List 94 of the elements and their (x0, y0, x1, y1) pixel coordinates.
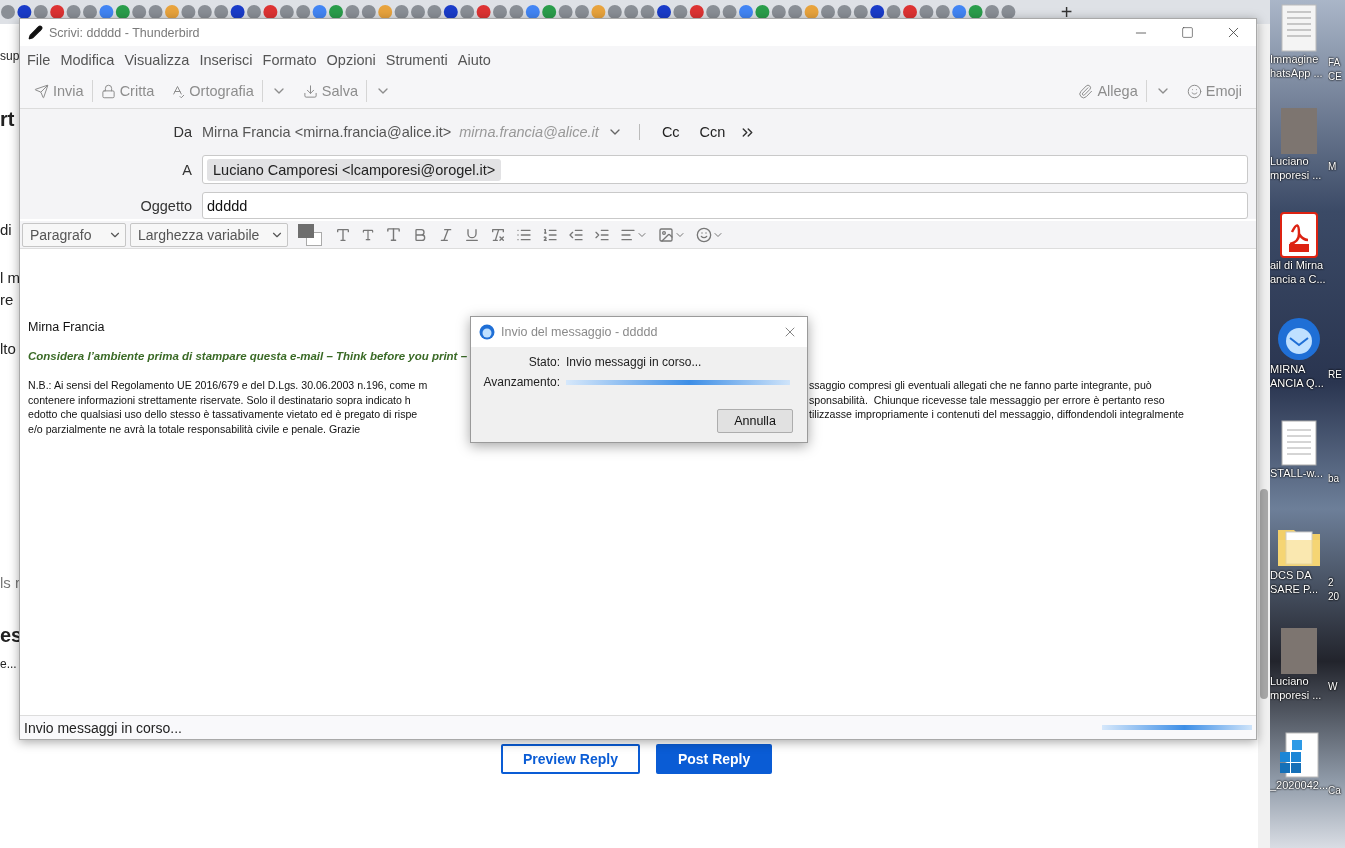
menu-item[interactable]: Strumenti (381, 52, 452, 68)
spell-icon (170, 83, 186, 99)
disclaimer-text: edotto che qualsiasi uso dello stesso è tassativamente vietato ed è pregato di rispe (28, 407, 419, 422)
font-select[interactable]: Larghezza variabile (130, 222, 288, 247)
desktop-icon-label: 20 (1328, 590, 1340, 604)
clear-formatting-icon[interactable] (490, 226, 506, 243)
page-text: rt (0, 107, 16, 131)
page-text: re (0, 291, 15, 309)
cubes-file-icon[interactable] (1278, 732, 1320, 778)
disclaimer-text: e/o parzialmente ne avrà la totale responsabilità civile e penale. Grazie (28, 421, 362, 436)
desktop-icon-label: mporesi ... (1270, 168, 1322, 182)
italic-icon[interactable] (438, 226, 454, 243)
desktop-icon-label: _2020042... (1270, 778, 1328, 792)
desktop-icon-label: ba (1328, 472, 1340, 486)
dialog-label: Stato: (527, 355, 560, 369)
to-label: A (181, 161, 192, 178)
disclaimer-text: contenere informazioni strettamente riservate. Solo il destinatario sopra indicato h (28, 392, 412, 407)
numbered-list-icon[interactable] (542, 226, 558, 243)
desktop-icon-label: STALL-w... (1270, 466, 1323, 480)
desktop-icon-label: ancia a C... (1270, 272, 1326, 286)
desktop-icon-label: ail di Mirna (1270, 258, 1324, 272)
desktop-icon-label: Luciano (1270, 674, 1309, 688)
scrollbar[interactable] (1258, 24, 1270, 848)
preview-reply-button[interactable]: Preview Reply (501, 744, 640, 774)
desktop-icon-label: MIRNA (1270, 362, 1306, 376)
desktop-icon-label: CE (1328, 70, 1342, 84)
emoji-icon (1186, 83, 1202, 99)
smaller-text-icon[interactable] (361, 227, 375, 242)
desktop-icon-label: FA (1328, 56, 1341, 70)
pencil-icon (28, 25, 43, 40)
menu-item[interactable]: Opzioni (322, 52, 380, 68)
menu-item[interactable]: Inserisci (195, 52, 257, 68)
menu-item[interactable]: Modifica (56, 52, 119, 68)
desktop-icon-label: mporesi ... (1270, 688, 1322, 702)
pdf-file-icon[interactable] (1280, 212, 1318, 258)
disclaimer-text: sponsabilità. Chiunque ricevesse tale messaggio per errore è pertanto reso (809, 392, 1166, 407)
underline-icon[interactable] (464, 226, 480, 243)
from-label: Da (172, 124, 192, 140)
bold-icon[interactable] (412, 226, 428, 243)
bcc-button[interactable]: Ccn (693, 124, 732, 140)
page-text: sup (0, 49, 19, 64)
page-text: lto (0, 340, 17, 358)
from-address[interactable]: Mirna Francia <mirna.francia@alice.it> (202, 124, 452, 140)
status-text: Invio messaggi in corso... (24, 719, 183, 736)
desktop-icon-label: SARE P... (1270, 582, 1319, 596)
disclaimer-text: tilizzasse impropriamente i contenuti del messaggio, diffondendoli integralmente (809, 407, 1184, 422)
larger-text-icon[interactable] (385, 226, 402, 243)
desktop-icon-label: ANCIA Q... (1270, 376, 1324, 390)
page-text: e... (0, 657, 18, 672)
image-thumbnail-icon[interactable] (1278, 4, 1320, 52)
subject-field[interactable]: ddddd (202, 192, 1248, 219)
disclaimer-text: ssaggio compresi gli eventuali allegati che ne fanno parte integrante, può (809, 378, 1153, 393)
desktop-icon-label: 2 (1328, 576, 1334, 590)
emoji-icon[interactable] (696, 226, 712, 243)
menu-item[interactable]: Formato (258, 52, 321, 68)
mail-app-icon (479, 324, 495, 340)
subject-label: Oggetto (139, 197, 192, 214)
document-icon[interactable] (1281, 420, 1317, 466)
desktop-icon-label: DCS DA (1270, 568, 1312, 582)
print-notice: Considera l’ambiente prima di stampare questa e-mail – Think before you print – (28, 350, 469, 362)
save-icon (302, 83, 318, 99)
menu-item[interactable]: File (23, 52, 55, 68)
page-text: di (0, 221, 13, 239)
desktop-icon-label: Ca (1328, 785, 1341, 798)
disclaimer-text: N.B.: Ai sensi del Regolamento UE 2016/679 e del D.Lgs. 30.06.2003 n.196, come m (28, 378, 429, 393)
color-swatch-icon[interactable] (298, 223, 322, 246)
dialog-value: Invio messaggi in corso... (566, 355, 703, 369)
recipient-pill[interactable]: Luciano Camporesi <lcamporesi@orogel.it> (207, 158, 502, 181)
to-field[interactable]: Luciano Camporesi <lcamporesi@orogel.it> (202, 155, 1248, 184)
desktop-icon-label: Luciano (1270, 154, 1309, 168)
cc-button[interactable]: Cc (655, 124, 686, 140)
paragraph-select[interactable]: Paragrafo (22, 222, 126, 247)
page-text: l m (0, 269, 19, 287)
image-icon[interactable] (658, 226, 674, 243)
post-reply-button[interactable]: Post Reply (655, 744, 773, 774)
window-title: Scrivi: ddddd - Thunderbird (49, 25, 201, 40)
cancel-button[interactable]: Annulla (717, 409, 793, 433)
text-size-icon[interactable] (335, 226, 351, 243)
dialog-title: Invio del messaggio - ddddd (501, 325, 659, 339)
attach-icon (1078, 83, 1094, 99)
desktop-icon-label: RE (1328, 368, 1342, 382)
menu-item[interactable]: Visualizza (120, 52, 194, 68)
desktop-icon-label: W (1328, 680, 1338, 694)
menu-item[interactable]: Aiuto (453, 52, 495, 68)
dialog-label: Avanzamento: (482, 375, 560, 389)
desktop-icon-label: hatsApp ... (1270, 66, 1323, 80)
signature-name: Mirna Francia (28, 320, 105, 334)
new-tab-button[interactable]: + (1060, 2, 1073, 22)
send-icon (34, 83, 49, 99)
encrypt-icon (100, 83, 116, 99)
desktop-icon-label: Immagine (1270, 52, 1319, 66)
desktop-icon-label: M (1328, 160, 1337, 174)
maximize-icon[interactable] (1180, 26, 1194, 39)
mail-app-icon[interactable] (1276, 316, 1322, 362)
